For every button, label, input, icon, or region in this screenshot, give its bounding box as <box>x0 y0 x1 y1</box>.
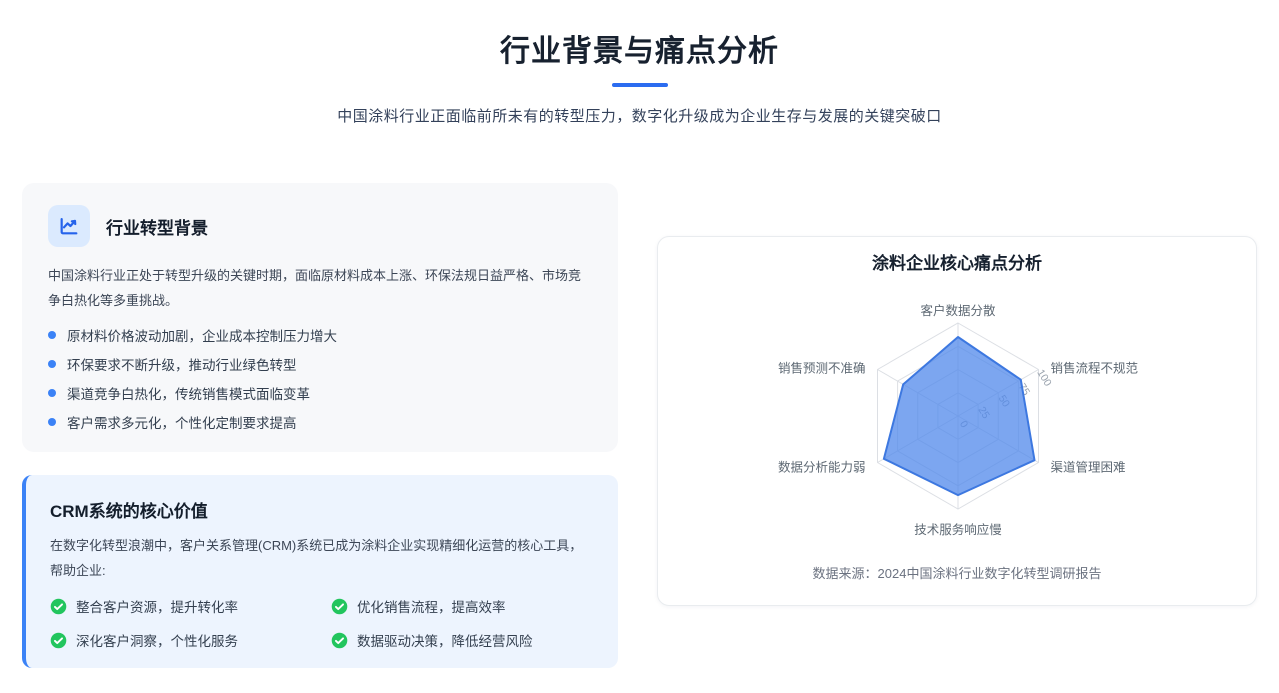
chart-title: 涂料企业核心痛点分析 <box>658 253 1256 275</box>
challenge-item-label: 环保要求不断升级，推动行业绿色转型 <box>67 354 297 374</box>
industry-background-card: 行业转型背景 中国涂料行业正处于转型升级的关键时期，面临原材料成本上涨、环保法规… <box>22 183 618 452</box>
crm-value-card: CRM系统的核心价值 在数字化转型浪潮中，客户关系管理(CRM)系统已成为涂料企… <box>22 475 618 668</box>
check-icon <box>50 632 67 649</box>
radar-axis-label: 技术服务响应慢 <box>914 522 1002 537</box>
data-source-caption: 数据来源：2024中国涂料行业数字化转型调研报告 <box>658 563 1256 582</box>
title-underline <box>612 83 668 87</box>
page: 行业背景与痛点分析 中国涂料行业正面临前所未有的转型压力，数字化升级成为企业生存… <box>0 0 1279 693</box>
challenge-item-label: 客户需求多元化，个性化定制要求提高 <box>67 412 297 432</box>
right-column: 涂料企业核心痛点分析 0255075100客户数据分散销售流程不规范渠道管理困难… <box>657 183 1257 606</box>
benefit-item-label: 优化销售流程，提高效率 <box>357 596 506 616</box>
benefit-grid: 整合客户资源，提升转化率 优化销售流程，提高效率深化客户洞察，个性化服务 数据驱动决… <box>50 596 594 650</box>
card-header: 行业转型背景 <box>48 205 592 247</box>
challenge-item: 渠道竞争白热化，传统销售模式面临变革 <box>48 383 592 403</box>
chart-card: 涂料企业核心痛点分析 0255075100客户数据分散销售流程不规范渠道管理困难… <box>657 236 1257 606</box>
line-chart-icon <box>48 205 90 247</box>
radar-axis-label: 销售流程不规范 <box>1051 361 1139 376</box>
bullet-dot-icon <box>48 360 56 368</box>
challenge-item-label: 原材料价格波动加剧，企业成本控制压力增大 <box>67 325 337 345</box>
benefit-item: 数据驱动决策，降低经营风险 <box>331 630 594 650</box>
radar-data-polygon <box>884 337 1035 495</box>
left-column: 行业转型背景 中国涂料行业正处于转型升级的关键时期，面临原材料成本上涨、环保法规… <box>22 183 618 668</box>
bullet-dot-icon <box>48 418 56 426</box>
benefit-item-label: 数据驱动决策，降低经营风险 <box>357 630 533 650</box>
background-card-description: 中国涂料行业正处于转型升级的关键时期，面临原材料成本上涨、环保法规日益严格、市场… <box>48 263 592 313</box>
check-icon <box>331 632 348 649</box>
crm-card-description: 在数字化转型浪潮中，客户关系管理(CRM)系统已成为涂料企业实现精细化运营的核心… <box>50 533 594 583</box>
challenge-item-label: 渠道竞争白热化，传统销售模式面临变革 <box>67 383 310 403</box>
benefit-item: 整合客户资源，提升转化率 <box>50 596 313 616</box>
bullet-dot-icon <box>48 331 56 339</box>
challenge-item: 客户需求多元化，个性化定制要求提高 <box>48 412 592 432</box>
benefit-item: 深化客户洞察，个性化服务 <box>50 630 313 650</box>
benefit-item: 优化销售流程，提高效率 <box>331 596 594 616</box>
radar-axis-label: 渠道管理困难 <box>1051 460 1126 475</box>
page-header: 行业背景与痛点分析 中国涂料行业正面临前所未有的转型压力，数字化升级成为企业生存… <box>0 0 1279 126</box>
benefit-item-label: 深化客户洞察，个性化服务 <box>76 630 238 650</box>
challenge-list: 原材料价格波动加剧，企业成本控制压力增大环保要求不断升级，推动行业绿色转型渠道竞… <box>48 325 592 432</box>
benefit-item-label: 整合客户资源，提升转化率 <box>76 596 238 616</box>
crm-card-title: CRM系统的核心价值 <box>50 497 594 522</box>
radar-axis-label: 客户数据分散 <box>920 303 996 318</box>
check-icon <box>331 598 348 615</box>
challenge-item: 环保要求不断升级，推动行业绿色转型 <box>48 354 592 374</box>
challenge-item: 原材料价格波动加剧，企业成本控制压力增大 <box>48 325 592 345</box>
radar-chart: 0255075100客户数据分散销售流程不规范渠道管理困难技术服务响应慢数据分析… <box>658 275 1258 555</box>
line-chart-icon-glyph <box>58 215 80 237</box>
page-subtitle: 中国涂料行业正面临前所未有的转型压力，数字化升级成为企业生存与发展的关键突破口 <box>0 105 1279 126</box>
check-icon <box>50 598 67 615</box>
radar-axis-label: 数据分析能力弱 <box>778 460 866 475</box>
radar-axis-label: 销售预测不准确 <box>778 361 866 376</box>
bullet-dot-icon <box>48 389 56 397</box>
background-card-title: 行业转型背景 <box>106 214 208 239</box>
main-content: 行业转型背景 中国涂料行业正处于转型升级的关键时期，面临原材料成本上涨、环保法规… <box>0 126 1279 668</box>
page-title: 行业背景与痛点分析 <box>0 26 1279 70</box>
